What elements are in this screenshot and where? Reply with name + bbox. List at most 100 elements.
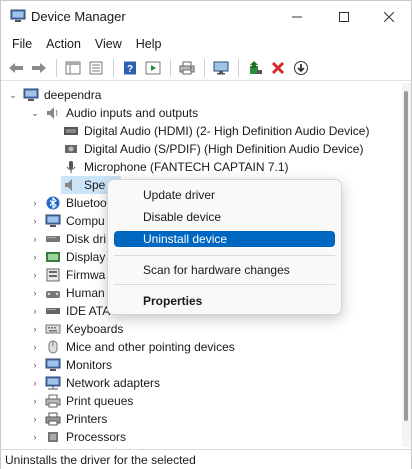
tree-device-spdif[interactable]: Digital Audio (S/PDIF) (High Definition … <box>63 140 363 158</box>
chevron-right-icon[interactable]: › <box>29 305 41 317</box>
tree-category[interactable]: › Mice and other pointing devices <box>29 338 235 356</box>
tree-category-label: Processors <box>66 430 127 444</box>
menu-view[interactable]: View <box>88 37 129 51</box>
tree-category[interactable]: › Disk dri <box>29 230 107 248</box>
properties-menu-item[interactable]: Properties <box>114 290 335 312</box>
scan-hardware-menu-item[interactable]: Scan for hardware changes <box>114 259 335 281</box>
chevron-right-icon[interactable]: › <box>29 359 41 371</box>
tree-category-audio[interactable]: ⌄ Audio inputs and outputs <box>29 104 198 122</box>
tree-category[interactable]: › Processors <box>29 428 127 446</box>
menu-action[interactable]: Action <box>39 37 88 51</box>
computer-icon <box>23 88 39 101</box>
device-manager-window: Device Manager File Action View Help ? ⌄… <box>0 0 412 469</box>
tree-device-microphone[interactable]: Microphone (FANTECH CAPTAIN 7.1) <box>63 158 289 176</box>
print-button[interactable] <box>176 58 197 78</box>
tree-category[interactable]: › Bluetooth <box>29 194 117 212</box>
audio-device-icon <box>64 127 78 135</box>
bluetooth-icon <box>46 196 60 210</box>
tree-root[interactable]: ⌄ deependra <box>7 86 101 104</box>
tree-category-label: Print queues <box>66 394 134 408</box>
chevron-right-icon[interactable]: › <box>29 377 41 389</box>
forward-arrow-icon <box>31 62 46 73</box>
uninstall-x-icon <box>271 61 284 74</box>
status-bar: Uninstalls the driver for the selected <box>1 449 411 469</box>
help-button[interactable]: ? <box>119 58 140 78</box>
context-menu: Update driver Disable device Uninstall d… <box>107 179 342 315</box>
chevron-right-icon[interactable]: › <box>29 197 41 209</box>
scan-hardware-button[interactable] <box>210 58 231 78</box>
update-driver-menu-item[interactable]: Update driver <box>114 184 335 206</box>
back-button[interactable] <box>5 58 26 78</box>
tree-category-label: Compu <box>66 214 105 228</box>
tree-category[interactable]: › Print queues <box>29 392 134 410</box>
ide-controller-icon <box>46 308 60 314</box>
menu-separator <box>114 255 335 256</box>
run-button[interactable] <box>142 58 163 78</box>
tree-category[interactable]: › Firmwa <box>29 266 106 284</box>
properties-pane-button[interactable] <box>62 58 83 78</box>
chevron-right-icon[interactable]: › <box>29 431 41 443</box>
device-manager-app-icon <box>10 9 26 22</box>
network-adapter-icon <box>45 376 61 390</box>
chevron-right-icon[interactable]: › <box>29 269 41 281</box>
tree-category-label: Human <box>66 286 105 300</box>
download-button[interactable] <box>290 58 311 78</box>
monitor-icon <box>45 358 61 371</box>
vertical-scrollbar[interactable] <box>402 83 411 447</box>
tree-category[interactable]: › Monitors <box>29 356 113 374</box>
close-icon <box>384 12 394 22</box>
print-queue-icon <box>45 394 61 408</box>
microphone-icon <box>66 161 76 173</box>
menu-help[interactable]: Help <box>129 37 169 51</box>
back-arrow-icon <box>8 62 23 73</box>
tree-category[interactable]: › Network adapters <box>29 374 161 392</box>
maximize-button[interactable] <box>321 1 367 33</box>
disk-drive-icon <box>46 236 60 242</box>
toolbar: ? <box>1 55 411 81</box>
chevron-right-icon[interactable]: › <box>29 215 41 227</box>
menu-bar: File Action View Help <box>1 33 411 55</box>
disable-device-menu-item[interactable]: Disable device <box>114 206 335 228</box>
tree-category[interactable]: › Human <box>29 284 105 302</box>
tree-device-hdmi[interactable]: Digital Audio (HDMI) (2- High Definition… <box>63 122 369 140</box>
tree-device-label: Spe <box>84 178 106 192</box>
chevron-right-icon[interactable]: › <box>29 413 41 425</box>
chevron-right-icon[interactable]: › <box>29 341 41 353</box>
tree-category-label: Audio inputs and outputs <box>66 106 199 120</box>
minimize-icon <box>292 16 302 18</box>
print-icon <box>179 61 194 74</box>
window-title: Device Manager <box>31 9 126 24</box>
tree-category[interactable]: › Printers <box>29 410 108 428</box>
tree-category-label: IDE ATA <box>66 304 111 318</box>
tree-category[interactable]: › Display <box>29 248 106 266</box>
chevron-right-icon[interactable]: › <box>29 395 41 407</box>
printer-icon <box>45 412 61 426</box>
update-driver-icon <box>249 60 262 74</box>
chevron-down-icon[interactable]: ⌄ <box>29 107 41 119</box>
tree-category[interactable]: › Compu <box>29 212 105 230</box>
chevron-down-icon[interactable]: ⌄ <box>7 89 19 101</box>
tree-category-label: Keyboards <box>66 322 124 336</box>
tree-root-label: deependra <box>44 88 102 102</box>
device-list-button[interactable] <box>85 58 106 78</box>
chevron-right-icon[interactable]: › <box>29 233 41 245</box>
tree-category[interactable]: › Keyboards <box>29 320 124 338</box>
chevron-right-icon[interactable]: › <box>29 287 41 299</box>
update-driver-button[interactable] <box>244 58 265 78</box>
toolbar-separator <box>56 58 57 77</box>
tree-category[interactable]: › IDE ATA <box>29 302 111 320</box>
properties-pane-icon <box>65 61 80 74</box>
chevron-right-icon[interactable]: › <box>29 323 41 335</box>
minimize-button[interactable] <box>274 1 320 33</box>
chevron-right-icon[interactable]: › <box>29 251 41 263</box>
tree-category-label: Network adapters <box>66 376 161 390</box>
scrollbar-thumb[interactable] <box>404 91 408 421</box>
close-button[interactable] <box>366 1 412 33</box>
uninstall-device-menu-item[interactable]: Uninstall device <box>114 231 335 247</box>
human-interface-icon <box>46 291 60 298</box>
tree-category-label: Disk dri <box>66 232 107 246</box>
forward-button[interactable] <box>28 58 49 78</box>
menu-file[interactable]: File <box>5 37 39 51</box>
uninstall-button[interactable] <box>267 58 288 78</box>
title-bar: Device Manager <box>1 1 411 33</box>
